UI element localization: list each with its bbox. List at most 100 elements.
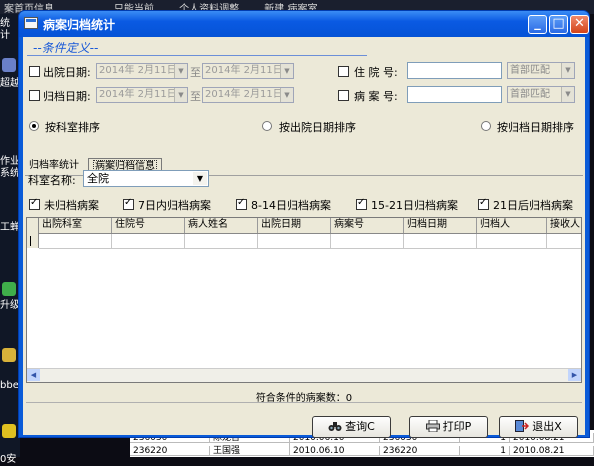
minimize-button[interactable]: _ <box>528 15 547 34</box>
archive-date-to[interactable]: 2014年 2月11日 ▼ <box>202 87 294 103</box>
grid-cell[interactable] <box>404 234 477 248</box>
desktop-app-icon[interactable] <box>2 424 16 438</box>
date-range-separator: 至 <box>190 66 201 79</box>
column-header[interactable]: 归档人 <box>477 218 547 233</box>
chevron-down-icon[interactable]: ▼ <box>280 88 293 102</box>
cell: 2010.08.21 <box>510 446 594 456</box>
grid-cell[interactable] <box>39 234 112 248</box>
case-no-checkbox[interactable] <box>338 90 349 101</box>
desktop-app-icon[interactable] <box>2 282 16 296</box>
desktop-label: 作业 <box>0 156 20 167</box>
discharge-date-from[interactable]: 2014年 2月11日 ▼ <box>96 63 188 79</box>
exit-button[interactable]: 退出X <box>499 416 578 438</box>
sort-by-archive-date-label[interactable]: 按归档日期排序 <box>497 119 574 135</box>
archive-records-grid[interactable]: 出院科室 住院号 病人姓名 出院日期 病案号 归档日期 归档人 接收人 ◀ ▶ <box>26 217 582 383</box>
table-row[interactable] <box>39 234 581 249</box>
inpatient-no-match-select[interactable]: 首部匹配 ▼ <box>507 62 575 79</box>
close-button[interactable]: ✕ <box>570 15 589 34</box>
chevron-down-icon[interactable]: ▼ <box>193 172 207 185</box>
filter-8-14days-checkbox[interactable] <box>236 197 247 210</box>
condition-section-title: --条件定义-- <box>33 41 99 55</box>
discharge-date-to[interactable]: 2014年 2月11日 ▼ <box>202 63 294 79</box>
column-header[interactable]: 出院日期 <box>258 218 331 233</box>
column-header[interactable]: 接收人 <box>547 218 581 233</box>
sort-by-department-radio[interactable] <box>29 121 39 131</box>
desktop-app-icon[interactable] <box>2 348 16 362</box>
select-value: 首部匹配 <box>510 89 550 100</box>
desktop-label: 0安 <box>0 454 17 465</box>
section-divider <box>27 55 367 56</box>
filter-unarchived-checkbox[interactable] <box>29 197 40 210</box>
date-value: 2014年 2月11日 <box>205 65 283 76</box>
filter-7days-label: 7日内归档病案 <box>138 199 211 212</box>
desktop-app-icon[interactable] <box>2 58 16 72</box>
desktop-label: 系统 <box>0 168 20 179</box>
chevron-down-icon[interactable]: ▼ <box>174 64 187 78</box>
table-row: 236220 王国强 2010.06.10 236220 1 2010.08.21 <box>130 443 594 456</box>
binoculars-icon <box>328 422 342 431</box>
inpatient-no-checkbox[interactable] <box>338 66 349 77</box>
filter-unarchived-label: 未归档病案 <box>44 199 99 212</box>
desktop-label: 统 计 <box>0 18 10 41</box>
maximize-button[interactable]: □ <box>549 15 568 34</box>
grid-cell[interactable] <box>258 234 331 248</box>
footer-divider <box>26 402 582 403</box>
print-button-label: 打印P <box>442 420 472 433</box>
case-no-match-select[interactable]: 首部匹配 ▼ <box>507 86 575 103</box>
query-button-label: 查询C <box>345 420 375 433</box>
grid-cell[interactable] <box>547 234 581 248</box>
column-header[interactable]: 病人姓名 <box>185 218 258 233</box>
grid-cell[interactable] <box>185 234 258 248</box>
printer-icon <box>425 420 440 432</box>
column-header[interactable]: 归档日期 <box>404 218 477 233</box>
chevron-down-icon[interactable]: ▼ <box>174 88 187 102</box>
case-no-label: 病 案 号: <box>354 90 398 103</box>
chevron-down-icon[interactable]: ▼ <box>561 87 574 102</box>
desktop-label: 超越 <box>0 78 20 89</box>
department-label: 科室名称: <box>28 174 76 187</box>
discharge-date-checkbox[interactable] <box>29 66 40 77</box>
date-range-separator: 至 <box>190 90 201 103</box>
cell: 2010.06.10 <box>290 446 380 456</box>
print-button[interactable]: 打印P <box>409 416 488 438</box>
filter-15-21days-label: 15-21日归档病案 <box>371 199 458 212</box>
cell: 王国强 <box>210 443 290 456</box>
sort-by-archive-date-radio[interactable] <box>481 121 491 131</box>
inpatient-no-label: 住 院 号: <box>354 66 398 79</box>
exit-door-icon <box>515 420 530 432</box>
inpatient-no-input[interactable] <box>407 62 502 79</box>
archive-date-from[interactable]: 2014年 2月11日 ▼ <box>96 87 188 103</box>
current-row-marker <box>30 236 31 246</box>
desktop-label: bbe <box>0 380 19 391</box>
grid-header: 出院科室 住院号 病人姓名 出院日期 病案号 归档日期 归档人 接收人 <box>39 218 581 234</box>
window-client-area: --条件定义-- 出院日期: 2014年 2月11日 ▼ 至 2014年 2月1… <box>23 37 585 438</box>
grid-cell[interactable] <box>477 234 547 248</box>
grid-cell[interactable] <box>331 234 404 248</box>
chevron-down-icon[interactable]: ▼ <box>561 63 574 78</box>
sort-by-discharge-date-radio[interactable] <box>262 121 272 131</box>
column-header[interactable]: 住院号 <box>112 218 185 233</box>
chevron-down-icon[interactable]: ▼ <box>280 64 293 78</box>
sort-by-discharge-date-label[interactable]: 按出院日期排序 <box>279 119 356 135</box>
filter-8-14days-label: 8-14日归档病案 <box>251 199 331 212</box>
column-header[interactable]: 出院科室 <box>39 218 112 233</box>
filter-7days-checkbox[interactable] <box>123 197 134 210</box>
case-no-input[interactable] <box>407 86 502 103</box>
archive-date-checkbox[interactable] <box>29 90 40 101</box>
discharge-date-label: 出院日期: <box>43 66 91 79</box>
select-value: 全院 <box>87 172 109 185</box>
title-bar[interactable]: 病案归档统计 _ □ ✕ <box>19 11 589 37</box>
filter-15-21days-checkbox[interactable] <box>356 197 367 210</box>
sort-by-department-label[interactable]: 按科室排序 <box>45 119 100 135</box>
grid-cell[interactable] <box>112 234 185 248</box>
department-select[interactable]: 全院 ▼ <box>83 170 209 187</box>
date-value: 2014年 2月11日 <box>99 89 177 100</box>
scroll-left-icon[interactable]: ◀ <box>27 369 40 381</box>
column-header[interactable]: 病案号 <box>331 218 404 233</box>
desktop-left-panel: 统 计 超越 作业 系统 工蝉 升级 bbe 0安 <box>0 14 20 465</box>
filter-21days-after-label: 21日后归档病案 <box>493 199 573 212</box>
query-button[interactable]: 查询C <box>312 416 391 438</box>
horizontal-scrollbar[interactable]: ◀ ▶ <box>27 368 581 382</box>
filter-21days-after-checkbox[interactable] <box>478 197 489 210</box>
scroll-right-icon[interactable]: ▶ <box>568 369 581 381</box>
